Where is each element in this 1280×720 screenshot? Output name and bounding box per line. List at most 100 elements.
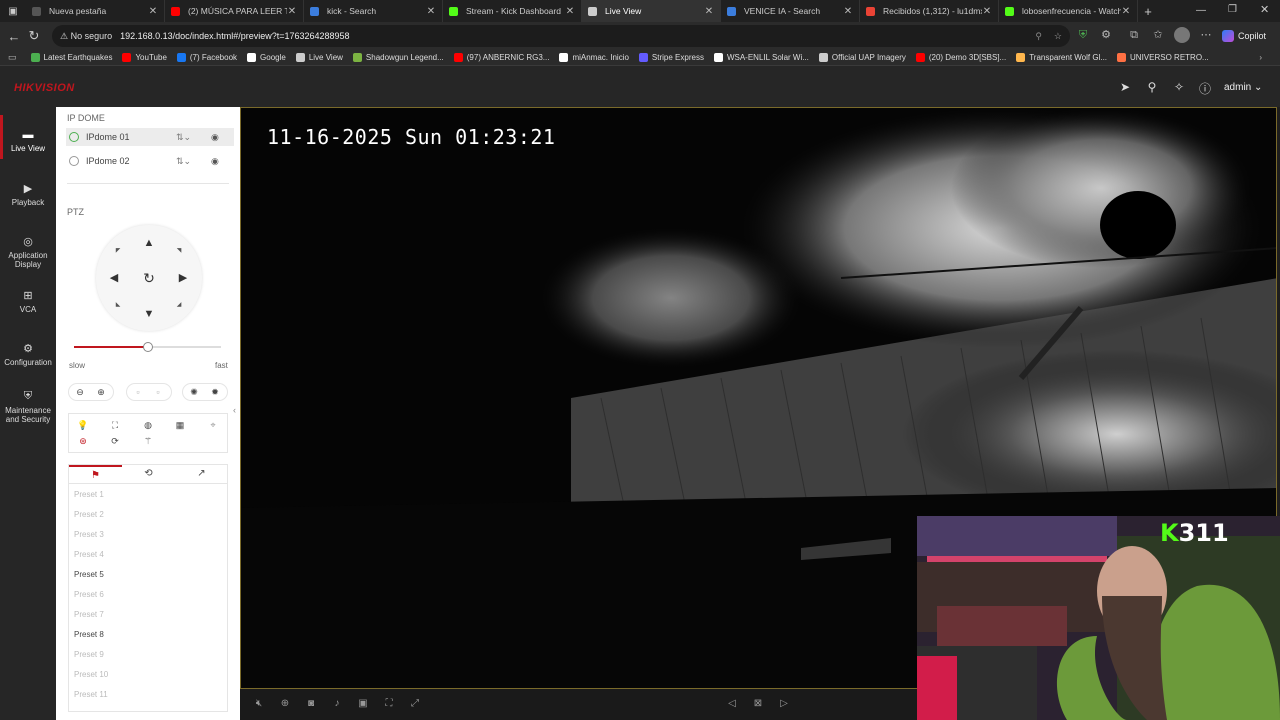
user-menu[interactable]: admin ⌄ [1224, 82, 1262, 93]
preset-item[interactable]: Preset 7 [74, 610, 104, 619]
preset-item[interactable]: Preset 8 [74, 630, 104, 639]
tab-actions-icon[interactable]: ▣ [0, 0, 26, 22]
focus-frame-icon[interactable]: ⛶ [108, 418, 122, 432]
reload-button[interactable]: ↻ [24, 28, 44, 44]
zoom-out-icon[interactable]: ⊖ [73, 385, 87, 399]
bookmark-item[interactable]: Google [247, 53, 286, 62]
manual-track-icon[interactable]: ⌖ [206, 418, 220, 432]
tab-close-icon[interactable]: ✕ [982, 6, 992, 17]
tab-close-icon[interactable]: ✕ [287, 6, 297, 17]
preset-item[interactable]: Preset 3 [74, 530, 104, 539]
device-group-title[interactable]: IP DOME [67, 113, 105, 123]
ptz-down-left-button[interactable]: ◣ [110, 297, 126, 313]
browser-tab[interactable]: Nueva pestaña ✕ [26, 0, 165, 22]
iris-close-icon[interactable]: ✹ [208, 385, 222, 399]
browser-tab[interactable]: kick - Search ✕ [304, 0, 443, 22]
grid-icon[interactable]: ▦ [173, 418, 187, 432]
back-button[interactable]: ← [4, 29, 24, 44]
audio-mute-icon[interactable]: 🔇︎ [252, 697, 266, 711]
stream-select-icon[interactable]: ⇅⌄ [176, 132, 191, 143]
bookmark-item[interactable]: Live View [295, 53, 343, 62]
light-icon[interactable]: 💡 [76, 418, 90, 432]
ptz-auto-rotate-icon[interactable]: ↻ [141, 270, 157, 286]
speed-slider-handle[interactable] [142, 342, 153, 352]
preset-item[interactable]: Preset 2 [74, 510, 104, 519]
nav-item-live-view[interactable]: ▬ Live View [0, 129, 56, 153]
nav-item-maintenance-and-security[interactable]: ⛨ Maintenance and Security [0, 390, 56, 424]
next-window-icon[interactable]: ▷ [777, 697, 791, 711]
record-icon[interactable]: ◉ [211, 132, 219, 143]
stop-all-icon[interactable]: ⊠ [751, 697, 765, 711]
3d-zoom-icon[interactable]: ⊛ [76, 434, 90, 448]
tab-close-icon[interactable]: ✕ [565, 6, 575, 17]
copilot-button[interactable]: Copilot [1222, 27, 1276, 45]
ptz-right-button[interactable]: ▶ [175, 270, 191, 286]
microphone-icon[interactable]: ♪ [330, 697, 344, 711]
bookmark-item[interactable]: Official UAP Imagery [818, 53, 906, 62]
tab-pattern[interactable]: ↗ [175, 465, 228, 483]
not-secure-warning[interactable]: ⚠ No seguro [60, 31, 112, 42]
bookmark-item[interactable]: Stripe Express [638, 53, 704, 62]
region-focus-icon[interactable]: ⛶ [382, 697, 396, 711]
tab-close-icon[interactable]: ✕ [426, 6, 436, 17]
tab-presets[interactable]: ⚑ [69, 465, 122, 483]
preset-item[interactable]: Preset 6 [74, 590, 104, 599]
info-icon[interactable]: ⓘ [1198, 80, 1212, 96]
bookmarks-more-icon[interactable]: › [1259, 53, 1262, 62]
browser-tab[interactable]: (2) MÚSICA PARA LEER TER✕ [165, 0, 304, 22]
camera-item-1[interactable]: IPdome 01 ⇅⌄ ◉ [66, 128, 234, 146]
bookmark-item[interactable]: (97) ANBERNIC RG3... [453, 53, 549, 62]
minimize-button[interactable]: — [1196, 5, 1206, 16]
tab-close-icon[interactable]: ✕ [148, 6, 158, 17]
park-icon[interactable]: ⟳ [108, 434, 122, 448]
tab-close-icon[interactable]: ✕ [1121, 6, 1131, 17]
preset-item[interactable]: Preset 5 [74, 570, 104, 579]
new-tab-button[interactable]: + [1138, 4, 1158, 19]
fullscreen-icon[interactable]: ⤢ [408, 697, 422, 711]
browser-tab[interactable]: Live View ✕ [582, 0, 721, 22]
favorite-star-icon[interactable]: ☆ [1054, 31, 1062, 42]
profile-avatar[interactable] [1174, 27, 1190, 43]
lens-init-icon[interactable]: ◍ [141, 418, 155, 432]
bookmark-item[interactable]: miAnmac. Inicio [559, 53, 629, 62]
bookmark-item[interactable]: (7) Facebook [176, 53, 237, 62]
preset-item[interactable]: Preset 1 [74, 490, 104, 499]
ptz-up-right-button[interactable]: ◥ [171, 243, 187, 259]
stream-select-icon[interactable]: ⇅⌄ [176, 156, 191, 167]
more-menu-icon[interactable]: ⋯ [1198, 27, 1214, 43]
ptz-left-button[interactable]: ◀ [106, 270, 122, 286]
browser-tab[interactable]: lobosenfrecuencia - Watch ✕ [999, 0, 1138, 22]
ptz-down-button[interactable]: ▼ [141, 306, 157, 322]
nav-item-playback[interactable]: ▶ Playback [0, 182, 56, 207]
nav-item-vca[interactable]: ⊞ VCA [0, 289, 56, 314]
nav-item-application-display[interactable]: ◎ Application Display [0, 235, 56, 269]
preset-item[interactable]: Preset 9 [74, 650, 104, 659]
ptz-down-right-button[interactable]: ◢ [171, 297, 187, 313]
tab-close-icon[interactable]: ✕ [704, 6, 714, 17]
browser-tab[interactable]: Stream - Kick Dashboard ✕ [443, 0, 582, 22]
browser-tab[interactable]: VENICE IA - Search ✕ [721, 0, 860, 22]
wiper-icon[interactable]: ⚚ [141, 434, 155, 448]
bookmark-item[interactable]: Transparent Wolf Gl... [1016, 53, 1107, 62]
ptz-up-left-button[interactable]: ◤ [110, 243, 126, 259]
record-video-icon[interactable]: ▣ [356, 697, 370, 711]
camera-item-2[interactable]: IPdome 02 ⇅⌄ ◉ [66, 152, 234, 170]
bookmark-item[interactable]: (20) Demo 3D[SBS]... [915, 53, 1006, 62]
maximize-button[interactable]: ❐ [1228, 4, 1237, 15]
bookmark-item[interactable]: UNIVERSO RETRO... [1117, 53, 1209, 62]
bookmark-item[interactable]: YouTube [122, 53, 167, 62]
collapse-panel-icon[interactable]: ‹ [233, 405, 236, 415]
shield-extension-icon[interactable]: ⛨ [1075, 27, 1091, 43]
zoom-in-icon[interactable]: ⊕ [94, 385, 108, 399]
close-window-button[interactable]: ✕ [1260, 3, 1269, 16]
tab-patrol[interactable]: ⟲ [122, 465, 175, 483]
split-screen-icon[interactable]: ⧉ [1126, 27, 1142, 43]
preset-item[interactable]: Preset 10 [74, 670, 108, 679]
bookmark-item[interactable]: Latest Earthquakes [30, 53, 112, 62]
puzzle-icon[interactable]: ✧ [1172, 80, 1186, 94]
url-field[interactable]: ⚠ No seguro 192.168.0.13/doc/index.html#… [52, 25, 1070, 47]
capture-icon[interactable]: ◙ [304, 697, 318, 711]
focus-far-icon[interactable]: ▫ [151, 385, 165, 399]
iris-open-icon[interactable]: ✺ [187, 385, 201, 399]
sidebar-toggle-icon[interactable]: ▭ [8, 52, 17, 63]
